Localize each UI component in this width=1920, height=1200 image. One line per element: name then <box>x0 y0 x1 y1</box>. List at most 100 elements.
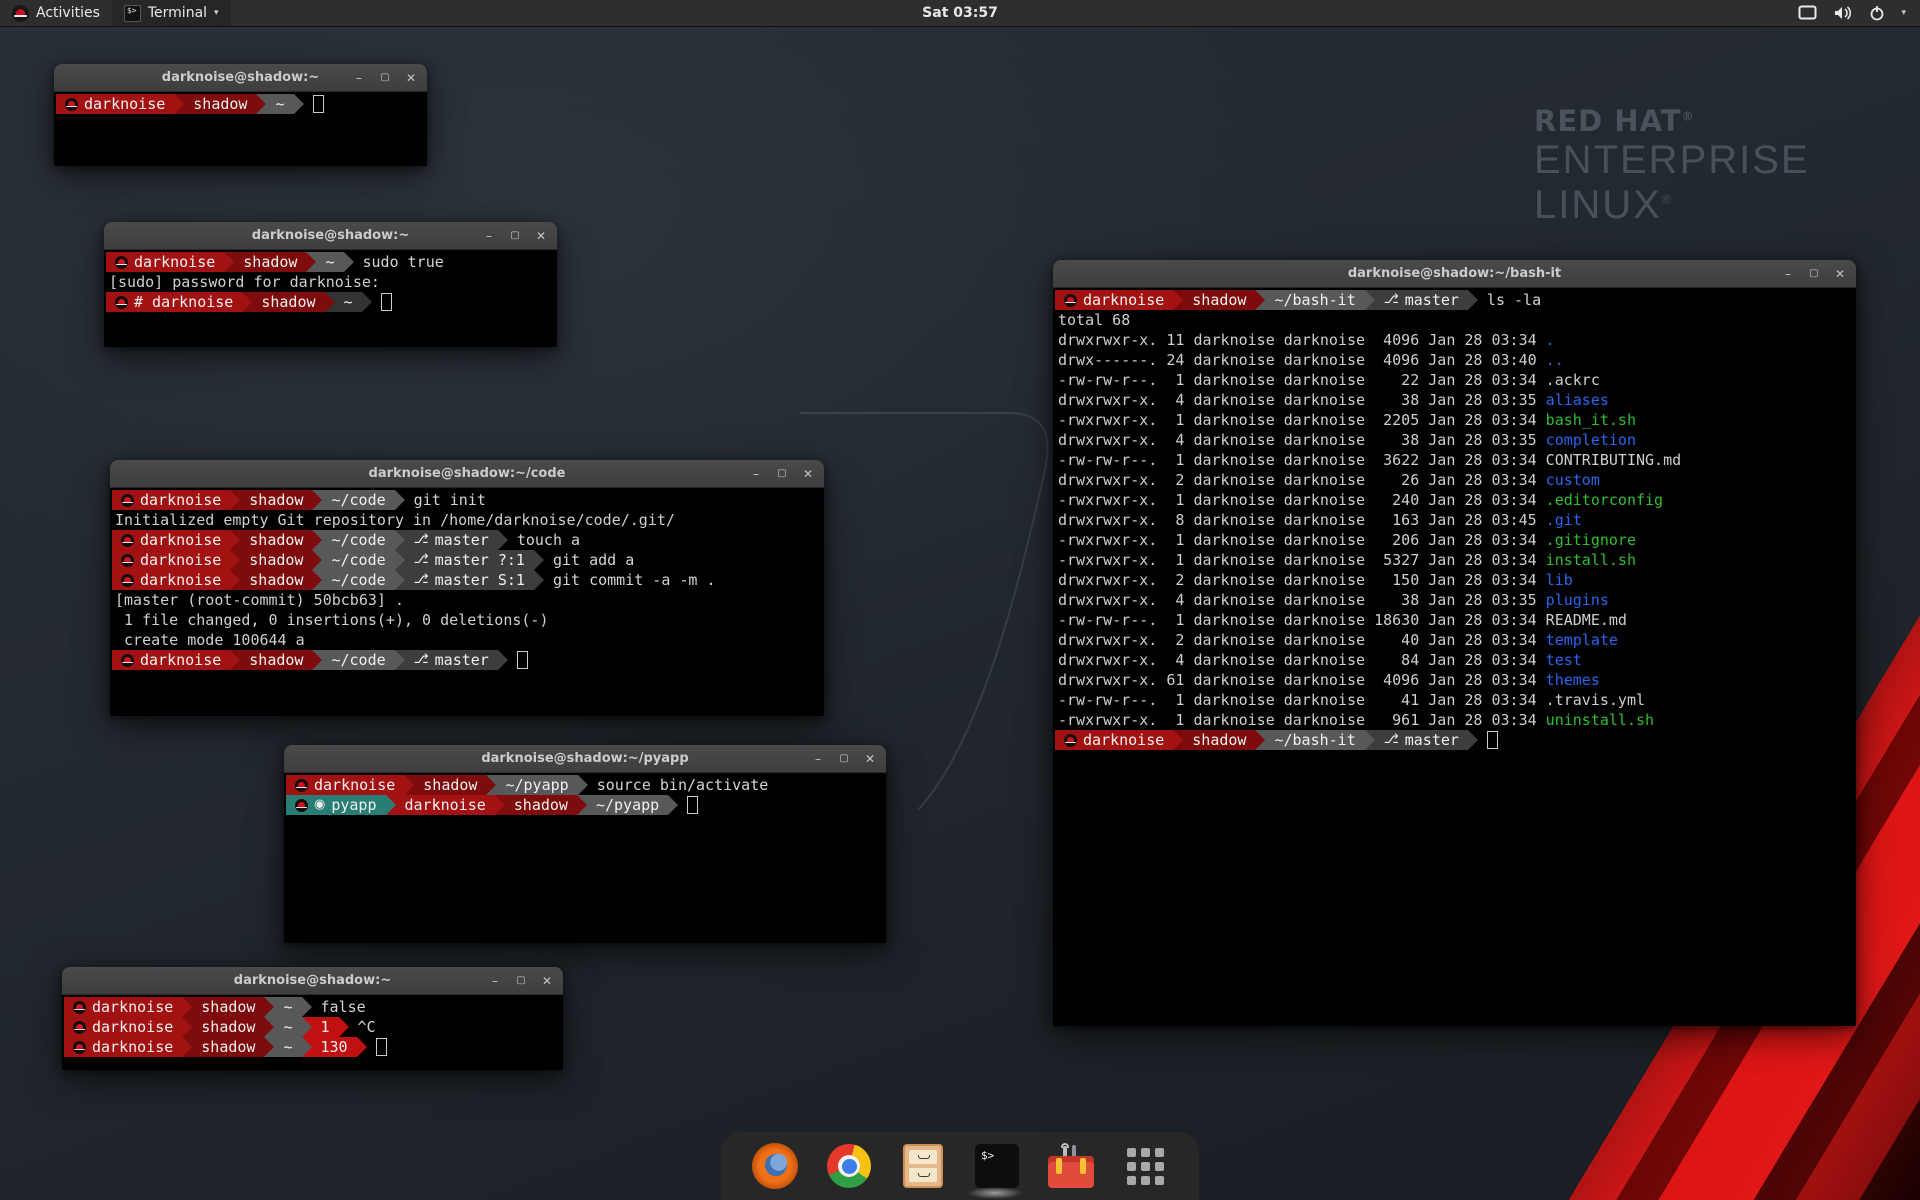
minimize-button[interactable]: – <box>750 468 762 480</box>
terminal-window-home-1[interactable]: darknoise@shadow:~ – ▢ ✕ darknoiseshadow… <box>54 64 427 166</box>
prompt-segment-host: shadow <box>1183 730 1255 750</box>
maximize-button[interactable]: ▢ <box>1808 268 1820 280</box>
prompt-line: darknoiseshadow~1^C <box>64 1017 561 1037</box>
file-name: test <box>1546 651 1582 669</box>
powerline-separator <box>182 1037 192 1057</box>
file-name: . <box>1546 331 1555 349</box>
maximize-button[interactable]: ▢ <box>515 975 527 987</box>
redhat-icon <box>73 1021 86 1034</box>
terminal-window-home-2[interactable]: darknoise@shadow:~ – ▢ ✕ darknoiseshadow… <box>62 967 563 1070</box>
branch-icon: ⎇ <box>1384 290 1399 310</box>
terminal-window-sudo[interactable]: darknoise@shadow:~ – ▢ ✕ darknoiseshadow… <box>104 222 557 347</box>
terminal-content[interactable]: darknoiseshadow~ <box>54 92 427 166</box>
ls-row: drwxrwxr-x. 61 darknoise darknoise 4096 … <box>1055 670 1854 690</box>
focused-app-menu[interactable]: $> Terminal ▾ <box>112 0 231 26</box>
activities-button[interactable]: Activities <box>0 0 112 26</box>
powerline-separator <box>1255 730 1265 750</box>
file-name: .travis.yml <box>1546 691 1645 709</box>
prompt-segment-path: ~ <box>274 1037 301 1057</box>
titlebar[interactable]: darknoise@shadow:~/bash-it – ▢ ✕ <box>1053 260 1856 288</box>
close-button[interactable]: ✕ <box>541 975 553 987</box>
close-button[interactable]: ✕ <box>405 72 417 84</box>
terminal-content[interactable]: darknoiseshadow~/codegit initInitialized… <box>110 488 824 716</box>
minimize-button[interactable]: – <box>489 975 501 987</box>
powerline-separator <box>578 775 588 795</box>
dock-item-chrome[interactable] <box>825 1142 873 1190</box>
powerline-separator <box>395 570 405 590</box>
titlebar[interactable]: darknoise@shadow:~/pyapp – ▢ ✕ <box>284 745 886 773</box>
python-icon: ◉ <box>314 795 325 815</box>
powerline-separator <box>1468 290 1478 310</box>
powerline-separator <box>1173 290 1183 310</box>
minimize-button[interactable]: – <box>812 753 824 765</box>
display-icon <box>1798 5 1817 21</box>
powerline-separator <box>312 650 322 670</box>
clock[interactable]: Sat 03:57 <box>922 5 998 21</box>
redhat-logo-icon <box>12 5 29 22</box>
app-grid-icon <box>1127 1148 1164 1185</box>
file-name: custom <box>1546 471 1600 489</box>
dock-item-toolbox[interactable] <box>1047 1142 1095 1190</box>
terminal-content[interactable]: darknoiseshadow~sudo true[sudo] password… <box>104 250 557 347</box>
titlebar[interactable]: darknoise@shadow:~ – ▢ ✕ <box>54 64 427 92</box>
redhat-icon <box>65 98 78 111</box>
maximize-button[interactable]: ▢ <box>379 72 391 84</box>
chrome-icon <box>827 1144 871 1188</box>
dock-item-app-grid[interactable] <box>1121 1142 1169 1190</box>
branch-icon: ⎇ <box>414 650 429 670</box>
minimize-button[interactable]: – <box>1782 268 1794 280</box>
prompt-segment-host: shadow <box>234 252 306 272</box>
prompt-segment-user: darknoise <box>286 775 404 795</box>
terminal-window-bash-it[interactable]: darknoise@shadow:~/bash-it – ▢ ✕ darknoi… <box>1053 260 1856 1026</box>
powerline-separator <box>224 252 234 272</box>
prompt-segment-branch: ⎇master ?:1 <box>405 550 534 570</box>
dock-item-firefox[interactable] <box>751 1142 799 1190</box>
powerline-separator <box>264 997 274 1017</box>
prompt-segment-user: darknoise <box>64 997 182 1017</box>
command-text: source bin/activate <box>597 775 769 795</box>
terminal-window-pyapp[interactable]: darknoise@shadow:~/pyapp – ▢ ✕ darknoise… <box>284 745 886 943</box>
prompt-line: darknoiseshadow~/code⎇master ?:1git add … <box>112 550 822 570</box>
powerline-separator <box>312 550 322 570</box>
terminal-content[interactable]: darknoiseshadow~/pyappsource bin/activat… <box>284 773 886 943</box>
ls-row: -rwxrwxr-x. 1 darknoise darknoise 240 Ja… <box>1055 490 1854 510</box>
titlebar[interactable]: darknoise@shadow:~ – ▢ ✕ <box>62 967 563 995</box>
titlebar[interactable]: darknoise@shadow:~ – ▢ ✕ <box>104 222 557 250</box>
powerline-separator <box>344 252 354 272</box>
system-status-area[interactable]: ▾ <box>1798 0 1920 26</box>
top-bar: Activities $> Terminal ▾ Sat 03:57 ▾ <box>0 0 1920 26</box>
close-button[interactable]: ✕ <box>535 230 547 242</box>
ls-row: drwxrwxr-x. 4 darknoise darknoise 38 Jan… <box>1055 430 1854 450</box>
maximize-button[interactable]: ▢ <box>776 468 788 480</box>
powerline-separator <box>534 550 544 570</box>
redhat-icon <box>295 799 308 812</box>
powerline-separator <box>1255 290 1265 310</box>
close-button[interactable]: ✕ <box>864 753 876 765</box>
minimize-button[interactable]: – <box>483 230 495 242</box>
brand-line1: RED HAT <box>1534 104 1682 138</box>
command-text: ^C <box>358 1017 376 1037</box>
dock-item-terminal[interactable]: $> <box>973 1142 1021 1190</box>
command-text: git init <box>414 490 486 510</box>
close-button[interactable]: ✕ <box>802 468 814 480</box>
prompt-segment-user: darknoise <box>112 650 230 670</box>
powerline-separator <box>495 795 505 815</box>
dock-item-files[interactable] <box>899 1142 947 1190</box>
maximize-button[interactable]: ▢ <box>838 753 850 765</box>
powerline-separator <box>302 1037 312 1057</box>
titlebar[interactable]: darknoise@shadow:~/code – ▢ ✕ <box>110 460 824 488</box>
minimize-button[interactable]: – <box>353 72 365 84</box>
prompt-line: darknoiseshadow~/code⎇master <box>112 650 822 670</box>
terminal-icon: $> <box>975 1144 1019 1188</box>
prompt-segment-host: shadow <box>184 94 256 114</box>
ls-row: -rw-rw-r--. 1 darknoise darknoise 3622 J… <box>1055 450 1854 470</box>
powerline-separator <box>294 94 304 114</box>
branch-icon: ⎇ <box>414 550 429 570</box>
terminal-content[interactable]: darknoiseshadow~/bash-it⎇masterls -latot… <box>1053 288 1856 1026</box>
terminal-content[interactable]: darknoiseshadow~falsedarknoiseshadow~1^C… <box>62 995 563 1070</box>
terminal-window-code[interactable]: darknoise@shadow:~/code – ▢ ✕ darknoises… <box>110 460 824 716</box>
chevron-down-icon: ▾ <box>214 8 219 18</box>
command-text: git add a <box>553 550 634 570</box>
maximize-button[interactable]: ▢ <box>509 230 521 242</box>
close-button[interactable]: ✕ <box>1834 268 1846 280</box>
